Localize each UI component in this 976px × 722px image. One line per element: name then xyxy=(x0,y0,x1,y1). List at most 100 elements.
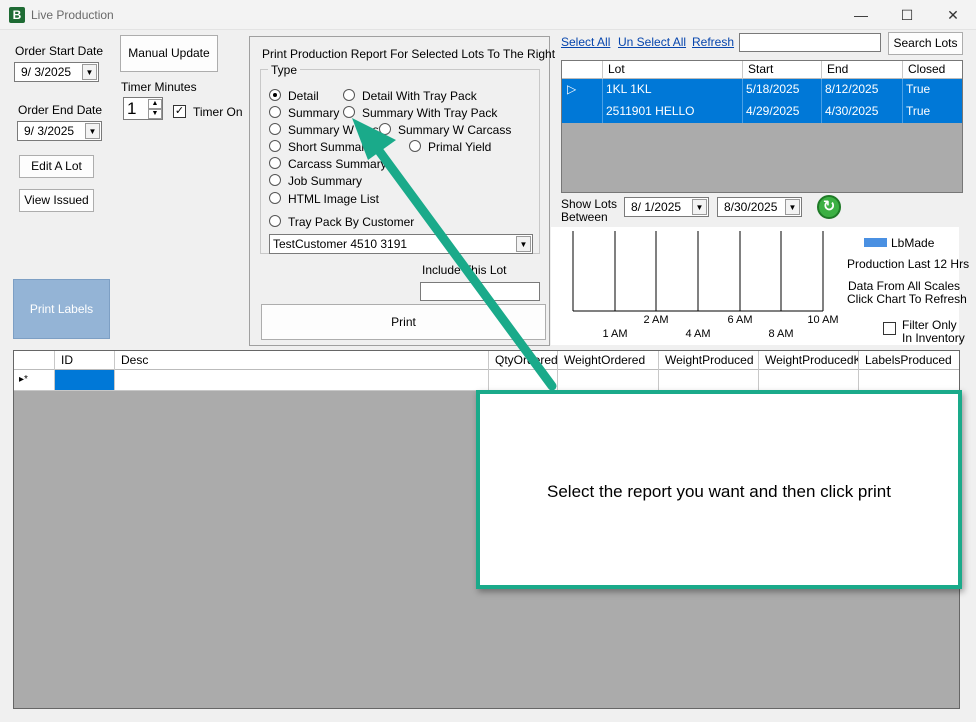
timer-minutes-stepper[interactable]: 1 ▲ ▼ xyxy=(123,97,163,120)
production-chart[interactable]: 2 AM 6 AM 10 AM 1 AM 4 AM 8 AM LbMade Pr… xyxy=(551,227,969,345)
table-row[interactable]: ▸* xyxy=(14,370,959,391)
order-end-value: 9/ 3/2025 xyxy=(24,124,75,138)
tick-label: 4 AM xyxy=(685,328,710,340)
radio-summary-wcarcass[interactable] xyxy=(379,123,391,135)
order-start-label: Order Start Date xyxy=(15,44,104,58)
tutorial-callout: Select the report you want and then clic… xyxy=(476,390,962,589)
tick-label: 10 AM xyxy=(807,314,838,326)
radio-summary-tray[interactable] xyxy=(343,106,355,118)
lot-cell[interactable]: 2511901 HELLO xyxy=(603,101,743,123)
refresh-link[interactable]: Refresh xyxy=(692,35,734,49)
option-html-image-list-label: HTML Image List xyxy=(288,192,379,206)
timer-on-label: Timer On xyxy=(193,105,243,119)
radio-short-summary[interactable] xyxy=(269,140,281,152)
row-indicator-cell xyxy=(562,101,603,123)
window-title: Live Production xyxy=(31,8,114,22)
option-summary-tray-label: Summary With Tray Pack xyxy=(362,106,498,120)
column-header-row xyxy=(14,351,55,370)
chevron-down-icon[interactable]: ▼ xyxy=(516,236,531,252)
unselect-all-link[interactable]: Un Select All xyxy=(618,35,686,49)
between-from-date-picker[interactable]: 8/ 1/2025 ▼ xyxy=(624,197,709,217)
column-header-weight-produced-kg[interactable]: WeightProducedKg xyxy=(759,351,859,370)
between-to-date-picker[interactable]: 8/30/2025 ▼ xyxy=(717,197,802,217)
column-header-lot[interactable]: Lot xyxy=(603,61,743,79)
column-header-qty-ordered[interactable]: QtyOrdered xyxy=(489,351,558,370)
desc-cell[interactable] xyxy=(115,370,489,391)
end-cell[interactable]: 4/30/2025 xyxy=(822,101,903,123)
column-header-desc[interactable]: Desc xyxy=(115,351,489,370)
order-end-date-picker[interactable]: 9/ 3/2025 ▼ xyxy=(17,121,102,141)
chevron-down-icon[interactable]: ▼ xyxy=(785,199,800,215)
radio-html-image-list[interactable] xyxy=(269,192,281,204)
chevron-down-icon[interactable]: ▼ xyxy=(148,109,162,119)
radio-summary[interactable] xyxy=(269,106,281,118)
in-inventory-label: In Inventory xyxy=(902,331,965,345)
between-from-value: 8/ 1/2025 xyxy=(631,200,682,214)
column-header-labels-produced[interactable]: LabelsProduced xyxy=(859,351,959,370)
weight-ordered-cell[interactable] xyxy=(558,370,659,391)
weight-produced-cell[interactable] xyxy=(659,370,759,391)
select-all-link[interactable]: Select All xyxy=(561,35,610,49)
qty-ordered-cell[interactable] xyxy=(489,370,558,391)
radio-carcass-summary[interactable] xyxy=(269,157,281,169)
id-cell[interactable] xyxy=(55,370,115,391)
radio-summary-wcost[interactable] xyxy=(269,123,281,135)
between-to-value: 8/30/2025 xyxy=(724,200,778,214)
app-icon: B xyxy=(9,7,25,23)
chevron-down-icon[interactable]: ▼ xyxy=(85,123,100,139)
column-header-closed[interactable]: Closed xyxy=(903,61,962,79)
minimize-button[interactable]: — xyxy=(838,0,884,30)
column-header-start[interactable]: Start xyxy=(743,61,822,79)
option-job-summary-label: Job Summary xyxy=(288,174,363,188)
table-row[interactable]: 2511901 HELLO 4/29/2025 4/30/2025 True xyxy=(562,101,962,123)
option-summary-label: Summary xyxy=(288,106,340,120)
items-grid-header: ID Desc QtyOrdered WeightOrdered WeightP… xyxy=(14,351,959,370)
option-tray-pack-customer-label: Tray Pack By Customer xyxy=(288,215,415,229)
labels-produced-cell[interactable] xyxy=(859,370,959,391)
timer-on-checkbox[interactable]: ✓ xyxy=(173,105,186,118)
chevron-down-icon[interactable]: ▼ xyxy=(692,199,707,215)
refresh-icon[interactable]: ↻ xyxy=(817,195,841,219)
print-button[interactable]: Print xyxy=(261,304,546,340)
timer-minutes-value: 1 xyxy=(127,99,137,118)
view-issued-button[interactable]: View Issued xyxy=(19,189,94,212)
search-lots-button[interactable]: Search Lots xyxy=(888,32,963,55)
close-button[interactable]: ✕ xyxy=(930,0,976,30)
legend-label: LbMade xyxy=(891,236,935,250)
column-header-weight-produced[interactable]: WeightProduced xyxy=(659,351,759,370)
column-header-id[interactable]: ID xyxy=(55,351,115,370)
table-row[interactable]: ▷ 1KL 1KL 5/18/2025 8/12/2025 True xyxy=(562,79,962,101)
radio-detail-tray[interactable] xyxy=(343,89,355,101)
include-lot-input[interactable] xyxy=(420,282,540,301)
search-lots-input[interactable] xyxy=(739,33,881,52)
lots-grid[interactable]: Lot Start End Closed ▷ 1KL 1KL 5/18/2025… xyxy=(561,60,963,193)
filter-inventory-checkbox[interactable] xyxy=(883,322,896,335)
option-summary-wcost-label: Summary W Cost xyxy=(288,123,383,137)
end-cell[interactable]: 8/12/2025 xyxy=(822,79,903,101)
new-row-indicator-icon: ▸* xyxy=(14,370,55,391)
lot-cell[interactable]: 1KL 1KL xyxy=(603,79,743,101)
timer-minutes-label: Timer Minutes xyxy=(121,80,197,94)
radio-primal-yield[interactable] xyxy=(409,140,421,152)
print-labels-button[interactable]: Print Labels xyxy=(13,279,110,339)
column-header-end[interactable]: End xyxy=(822,61,903,79)
radio-detail[interactable] xyxy=(269,89,281,101)
column-header-weight-ordered[interactable]: WeightOrdered xyxy=(558,351,659,370)
manual-update-button[interactable]: Manual Update xyxy=(120,35,218,72)
chevron-up-icon[interactable]: ▲ xyxy=(148,99,162,109)
between-label: Between xyxy=(561,210,608,224)
start-cell[interactable]: 5/18/2025 xyxy=(743,79,822,101)
order-start-date-picker[interactable]: 9/ 3/2025 ▼ xyxy=(14,62,99,82)
maximize-button[interactable]: ☐ xyxy=(884,0,930,30)
chevron-down-icon[interactable]: ▼ xyxy=(82,64,97,80)
weight-produced-kg-cell[interactable] xyxy=(759,370,859,391)
edit-lot-button[interactable]: Edit A Lot xyxy=(19,155,94,178)
click-refresh-label: Click Chart To Refresh xyxy=(847,292,967,306)
radio-tray-pack-customer[interactable] xyxy=(269,215,281,227)
radio-job-summary[interactable] xyxy=(269,174,281,186)
start-cell[interactable]: 4/29/2025 xyxy=(743,101,822,123)
closed-cell[interactable]: True xyxy=(903,101,962,123)
customer-select[interactable]: TestCustomer 4510 3191 ▼ xyxy=(269,234,533,254)
tick-label: 2 AM xyxy=(643,314,668,326)
closed-cell[interactable]: True xyxy=(903,79,962,101)
